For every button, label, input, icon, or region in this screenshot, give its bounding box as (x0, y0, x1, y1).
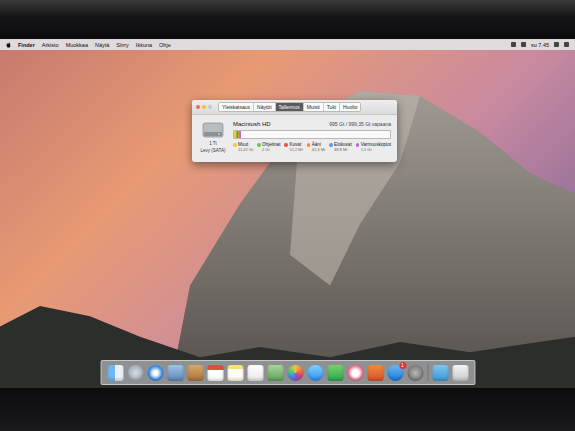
menu-item[interactable]: Muokkaa (66, 42, 88, 48)
dock-separator (427, 364, 428, 381)
legend: Muut11,42 Gt Ohjelmat2 Gt Kuvat51,2 Mt Ääni… (233, 142, 391, 152)
app-store-icon[interactable]: 1 (387, 365, 403, 381)
bottom-bezel (0, 388, 575, 431)
clock[interactable]: su 7.45 (531, 42, 549, 48)
ibooks-icon[interactable] (367, 365, 383, 381)
legend-item: Elokuvat48,8 Mt (329, 142, 352, 152)
mail-icon[interactable] (167, 365, 183, 381)
tab[interactable]: Yleiskatsaus (219, 103, 253, 111)
zoom-icon (208, 105, 212, 109)
minimize-icon[interactable] (202, 105, 206, 109)
messages-icon[interactable] (307, 365, 323, 381)
volume-icon[interactable] (521, 42, 526, 47)
menu-item[interactable]: Ohje (159, 42, 171, 48)
menu-extras: su 7.45 (511, 42, 569, 48)
close-icon[interactable] (196, 105, 200, 109)
tab[interactable]: Tallennus (275, 103, 303, 111)
trash-icon[interactable] (452, 365, 468, 381)
contacts-icon[interactable] (187, 365, 203, 381)
menu-item[interactable]: Ikkuna (136, 42, 152, 48)
finder-icon[interactable] (107, 365, 123, 381)
legend-dot (257, 143, 261, 147)
calendar-icon[interactable] (207, 365, 223, 381)
legend-item: Kuvat51,2 Mt (284, 142, 302, 152)
disk-capacity: 1 Tt (209, 141, 217, 146)
desktop: YleiskatsausNäytötTallennusMuistiTukiHuo… (0, 50, 575, 388)
apple-icon[interactable] (6, 42, 11, 48)
legend-dot (284, 143, 288, 147)
reminders-icon[interactable] (247, 365, 263, 381)
legend-item: Ohjelmat2 Gt (257, 142, 280, 152)
tab[interactable]: Muisti (303, 103, 323, 111)
facetime-icon[interactable] (327, 365, 343, 381)
storage-segment (240, 131, 241, 138)
maps-icon[interactable] (267, 365, 283, 381)
tab[interactable]: Huolto (339, 103, 360, 111)
downloads-folder-icon[interactable] (432, 365, 448, 381)
legend-dot (356, 143, 360, 147)
menu-item[interactable]: Näytä (95, 42, 109, 48)
menu-bar: Finder Arkisto Muokkaa Näytä Siirry Ikkuna Ohj… (0, 39, 575, 50)
legend-item: Ääni41,3 Mt (307, 142, 325, 152)
tab[interactable]: Näytöt (253, 103, 274, 111)
menu-item[interactable]: Finder (18, 42, 35, 48)
screen: Finder Arkisto Muokkaa Näytä Siirry Ikkuna Ohj… (0, 0, 575, 431)
itunes-icon[interactable] (347, 365, 363, 381)
hard-disk-icon (202, 121, 224, 139)
dock: 1 (100, 360, 475, 385)
about-this-mac-window[interactable]: YleiskatsausNäytötTallennusMuistiTukiHuo… (192, 100, 397, 162)
tab-bar: YleiskatsausNäytötTallennusMuistiTukiHuo… (218, 102, 361, 112)
legend-dot (233, 143, 237, 147)
legend-dot (307, 143, 311, 147)
legend-dot (329, 143, 333, 147)
top-bezel (0, 0, 575, 39)
notes-icon[interactable] (227, 365, 243, 381)
wifi-icon[interactable] (511, 42, 516, 47)
menu-item[interactable]: Siirry (116, 42, 129, 48)
notifications-icon[interactable] (564, 42, 569, 47)
disk-type: Levy (SATA) (201, 148, 226, 153)
disk-name: Macintosh HD (233, 121, 271, 127)
photos-icon[interactable] (287, 365, 303, 381)
title-bar[interactable]: YleiskatsausNäytötTallennusMuistiTukiHuo… (192, 100, 397, 115)
menu-item[interactable]: Arkisto (42, 42, 59, 48)
tab[interactable]: Tuki (323, 103, 339, 111)
storage-panel: 1 Tt Levy (SATA) Macintosh HD 995 Gt / 999,… (192, 115, 397, 162)
legend-item: Varmuuskopiot1,5 Gt (356, 142, 391, 152)
safari-icon[interactable] (147, 365, 163, 381)
badge: 1 (399, 362, 406, 369)
system-preferences-icon[interactable] (407, 365, 423, 381)
free-space: 995 Gt / 999,35 Gt vapaana (329, 121, 391, 127)
spotlight-icon[interactable] (554, 42, 559, 47)
storage-bar (233, 130, 391, 139)
launchpad-icon[interactable] (127, 365, 143, 381)
legend-item: Muut11,42 Gt (233, 142, 253, 152)
